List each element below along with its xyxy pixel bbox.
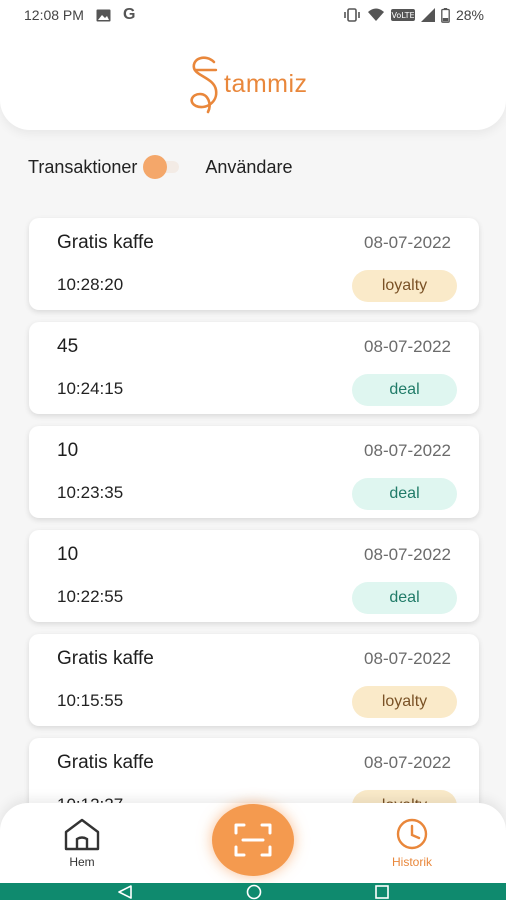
scan-icon: [234, 823, 272, 857]
battery-icon: [441, 7, 450, 23]
type-badge: deal: [352, 374, 457, 406]
vibrate-icon: [344, 8, 360, 22]
transaction-list: Gratis kaffe 08-07-2022 10:28:20 loyalty…: [29, 218, 479, 842]
transaction-title: Gratis kaffe: [57, 232, 154, 253]
google-icon: G: [122, 6, 136, 23]
home-icon: [64, 818, 100, 851]
nav-home-label: Hem: [69, 855, 95, 869]
transactions-label[interactable]: Transaktioner: [28, 157, 137, 178]
transaction-title: 45: [57, 336, 79, 357]
transaction-card[interactable]: 10 08-07-2022 10:22:55 deal: [29, 530, 479, 622]
transaction-time: 10:23:35: [57, 483, 124, 502]
wifi-icon: [367, 8, 384, 21]
battery-percent: 28%: [455, 7, 484, 23]
volte-icon: VoLTE: [390, 9, 415, 21]
toggle-knob: [143, 155, 168, 179]
transaction-date: 08-07-2022: [364, 649, 451, 668]
transaction-time: 10:28:20: [57, 275, 124, 294]
view-toggle-row: Transaktioner Användare: [28, 155, 292, 179]
transaction-date: 08-07-2022: [364, 545, 451, 564]
recents-icon[interactable]: [375, 884, 390, 899]
transaction-time: 10:15:55: [57, 691, 124, 710]
transaction-title: Gratis kaffe: [57, 648, 154, 669]
transaction-card[interactable]: Gratis kaffe 08-07-2022 10:28:20 loyalty: [29, 218, 479, 310]
stammiz-logo: tammiz: [188, 54, 308, 114]
scan-button[interactable]: [212, 804, 294, 876]
transaction-title: 10: [57, 440, 79, 461]
type-badge: loyalty: [352, 686, 457, 718]
type-badge: deal: [352, 478, 457, 510]
transaction-time: 10:24:15: [57, 379, 124, 398]
home-circle-icon[interactable]: [246, 884, 262, 900]
back-icon[interactable]: [117, 884, 133, 899]
status-bar: 12:08 PM G VoLTE 28%: [0, 0, 506, 30]
type-badge: deal: [352, 582, 457, 614]
nav-history[interactable]: Historik: [392, 817, 432, 869]
transaction-date: 08-07-2022: [364, 233, 451, 252]
clock-icon: [396, 818, 428, 850]
transaction-date: 08-07-2022: [364, 337, 451, 356]
signal-icon: [420, 8, 435, 22]
transaction-time: 10:22:55: [57, 587, 124, 606]
logo-text: tammiz: [224, 69, 308, 98]
svg-text:VoLTE: VoLTE: [391, 11, 414, 20]
view-toggle-switch[interactable]: [143, 155, 183, 179]
logo-s-icon: [190, 56, 218, 114]
system-navigation-bar: [0, 883, 506, 900]
transaction-date: 08-07-2022: [364, 441, 451, 460]
type-badge: loyalty: [352, 270, 457, 302]
transaction-title: 10: [57, 544, 79, 565]
transaction-date: 08-07-2022: [364, 753, 451, 772]
nav-history-label: Historik: [392, 855, 433, 869]
transaction-card[interactable]: 45 08-07-2022 10:24:15 deal: [29, 322, 479, 414]
status-time: 12:08 PM: [24, 7, 84, 23]
nav-home[interactable]: Hem: [62, 817, 102, 869]
transaction-card[interactable]: 10 08-07-2022 10:23:35 deal: [29, 426, 479, 518]
transaction-card[interactable]: Gratis kaffe 08-07-2022 10:15:55 loyalty: [29, 634, 479, 726]
image-icon: [96, 9, 111, 21]
users-label[interactable]: Användare: [205, 157, 292, 178]
transaction-title: Gratis kaffe: [57, 752, 154, 773]
